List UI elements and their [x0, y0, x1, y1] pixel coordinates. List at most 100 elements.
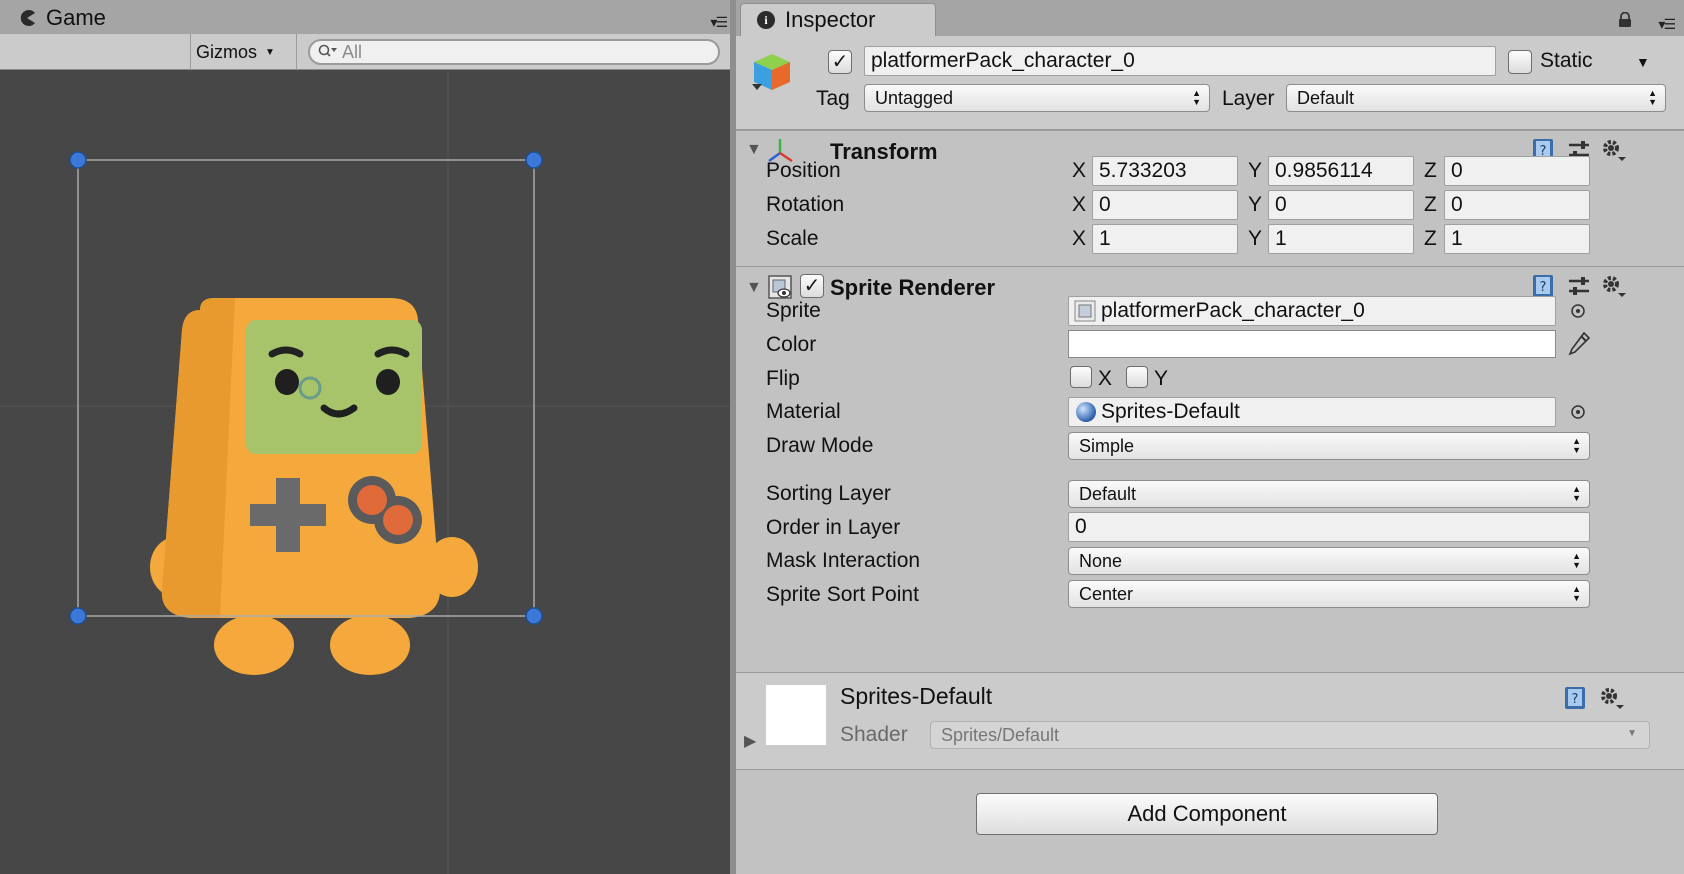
- static-checkbox[interactable]: ✓: [1508, 50, 1532, 74]
- sprite-renderer-icon: [768, 275, 792, 299]
- panel-menu-icon[interactable]: ▾☰: [1658, 16, 1676, 33]
- panel-menu-icon[interactable]: ▾☰: [710, 14, 728, 31]
- axis-y-label: Y: [1248, 227, 1263, 250]
- inspector-tabbar: i Inspector ▾☰: [736, 0, 1684, 36]
- position-y-field[interactable]: 0.9856114: [1268, 156, 1414, 186]
- sprite-sort-point-label: Sprite Sort Point: [766, 583, 919, 606]
- tag-dropdown[interactable]: Untagged ▲ ▼: [864, 84, 1210, 112]
- axis-z-label: Z: [1424, 193, 1437, 216]
- game-panel: Game ▾☰ Gizmos ▼ All: [0, 0, 734, 874]
- material-preview-thumbnail: [766, 685, 826, 745]
- flip-label: Flip: [766, 367, 800, 390]
- flip-x-label: X: [1098, 367, 1113, 390]
- scale-x-field[interactable]: 1: [1092, 224, 1238, 254]
- mask-interaction-dropdown[interactable]: None ▲ ▼: [1068, 547, 1590, 575]
- rotation-z-field[interactable]: 0: [1444, 190, 1590, 220]
- add-component-button[interactable]: Add Component: [976, 793, 1438, 835]
- object-picker-icon[interactable]: [1570, 404, 1586, 420]
- shader-dropdown[interactable]: Sprites/Default ▼: [930, 721, 1650, 749]
- flip-x-checkbox[interactable]: ✓: [1070, 366, 1092, 388]
- foldout-down-icon[interactable]: ▼: [746, 279, 762, 297]
- axis-z-label: Z: [1424, 227, 1437, 250]
- sorting-layer-label: Sorting Layer: [766, 482, 891, 505]
- game-view[interactable]: [0, 70, 730, 874]
- rect-handle: [525, 151, 543, 169]
- search-input[interactable]: All: [308, 39, 720, 65]
- rect-handle: [525, 607, 543, 625]
- axis-y-label: Y: [1248, 159, 1263, 182]
- rotation-label: Rotation: [766, 193, 845, 216]
- sprite-object-field[interactable]: platformerPack_character_0: [1068, 296, 1556, 326]
- object-picker-icon[interactable]: [1570, 303, 1586, 319]
- game-tabbar: Game ▾☰: [0, 0, 734, 34]
- layer-dropdown[interactable]: Default ▲ ▼: [1286, 84, 1666, 112]
- position-x-field[interactable]: 5.733203: [1092, 156, 1238, 186]
- draw-mode-dropdown[interactable]: Simple ▲ ▼: [1068, 432, 1590, 460]
- rotation-y-field[interactable]: 0: [1268, 190, 1414, 220]
- lock-icon[interactable]: [1618, 12, 1632, 28]
- gear-icon[interactable]: [1600, 273, 1626, 299]
- layer-value: Default: [1297, 87, 1355, 108]
- search-icon: [318, 44, 338, 61]
- sprite-sort-point-dropdown[interactable]: Center ▲ ▼: [1068, 580, 1590, 608]
- color-swatch[interactable]: [1068, 330, 1556, 358]
- eyedropper-icon[interactable]: [1564, 330, 1592, 358]
- scale-z-field[interactable]: 1: [1444, 224, 1590, 254]
- sorting-layer-value: Default: [1079, 483, 1137, 504]
- foldout-down-icon[interactable]: ▼: [746, 141, 762, 159]
- updown-icon: ▲ ▼: [1572, 484, 1581, 503]
- material-sphere-icon: [1076, 402, 1096, 422]
- gear-icon[interactable]: [1600, 137, 1626, 163]
- svg-text:?: ?: [1540, 280, 1547, 295]
- color-label: Color: [766, 333, 817, 356]
- sprite-renderer-enabled-checkbox[interactable]: ✓: [800, 274, 824, 298]
- axis-z-label: Z: [1424, 159, 1437, 182]
- shader-value: Sprites/Default: [941, 724, 1060, 745]
- axis-x-label: X: [1072, 193, 1087, 216]
- active-checkbox[interactable]: ✓: [828, 50, 852, 74]
- tag-label: Tag: [816, 87, 850, 110]
- gizmos-dropdown[interactable]: Gizmos ▼: [196, 38, 275, 66]
- preset-sliders-icon[interactable]: [1566, 273, 1592, 299]
- foldout-right-icon[interactable]: ▶: [744, 731, 756, 751]
- sprite-asset-icon: [1074, 300, 1096, 322]
- shader-label: Shader: [840, 723, 908, 746]
- sorting-layer-dropdown[interactable]: Default ▲ ▼: [1068, 480, 1590, 508]
- rect-handle: [69, 151, 87, 169]
- rect-handle: [69, 607, 87, 625]
- updown-icon: ▲ ▼: [1572, 436, 1581, 455]
- axis-y-label: Y: [1248, 193, 1263, 216]
- flip-y-checkbox[interactable]: ✓: [1126, 366, 1148, 388]
- help-book-icon[interactable]: ?: [1562, 685, 1588, 711]
- sprite-label: Sprite: [766, 299, 821, 322]
- material-object-field[interactable]: Sprites-Default: [1068, 397, 1556, 427]
- gameobject-cube-icon: [752, 54, 790, 90]
- sprite-renderer-title: Sprite Renderer: [830, 275, 996, 300]
- toolbar-divider: [190, 34, 191, 70]
- rotation-x-field[interactable]: 0: [1092, 190, 1238, 220]
- tab-game[interactable]: Game: [0, 2, 130, 34]
- scale-y-field[interactable]: 1: [1268, 224, 1414, 254]
- inspector-panel: i Inspector ▾☰ ✓ platformerPack_characte…: [736, 0, 1684, 874]
- gear-icon[interactable]: [1598, 685, 1624, 711]
- layer-label: Layer: [1222, 87, 1275, 110]
- position-z-field[interactable]: 0: [1444, 156, 1590, 186]
- chevron-down-icon[interactable]: ▼: [1636, 54, 1650, 70]
- material-section: ▶ Sprites-Default Shader Sprites/Default…: [736, 672, 1684, 770]
- order-in-layer-field[interactable]: 0: [1068, 512, 1590, 542]
- flip-y-label: Y: [1154, 367, 1169, 390]
- pacman-icon: [16, 7, 38, 29]
- search-placeholder: All: [342, 41, 363, 62]
- updown-icon: ▲ ▼: [1648, 88, 1657, 107]
- draw-mode-value: Simple: [1079, 435, 1135, 456]
- tab-inspector-label: Inspector: [785, 7, 876, 32]
- updown-icon: ▲ ▼: [1572, 584, 1581, 603]
- chevron-down-icon: ▼: [1627, 728, 1637, 739]
- tab-inspector[interactable]: i Inspector: [740, 3, 936, 36]
- character-sprite[interactable]: [150, 298, 478, 675]
- tab-game-label: Game: [46, 5, 106, 30]
- transform-title: Transform: [830, 139, 938, 164]
- updown-icon: ▲ ▼: [1572, 551, 1581, 570]
- sprite-sort-point-value: Center: [1079, 583, 1134, 604]
- object-name-field[interactable]: platformerPack_character_0: [864, 46, 1496, 76]
